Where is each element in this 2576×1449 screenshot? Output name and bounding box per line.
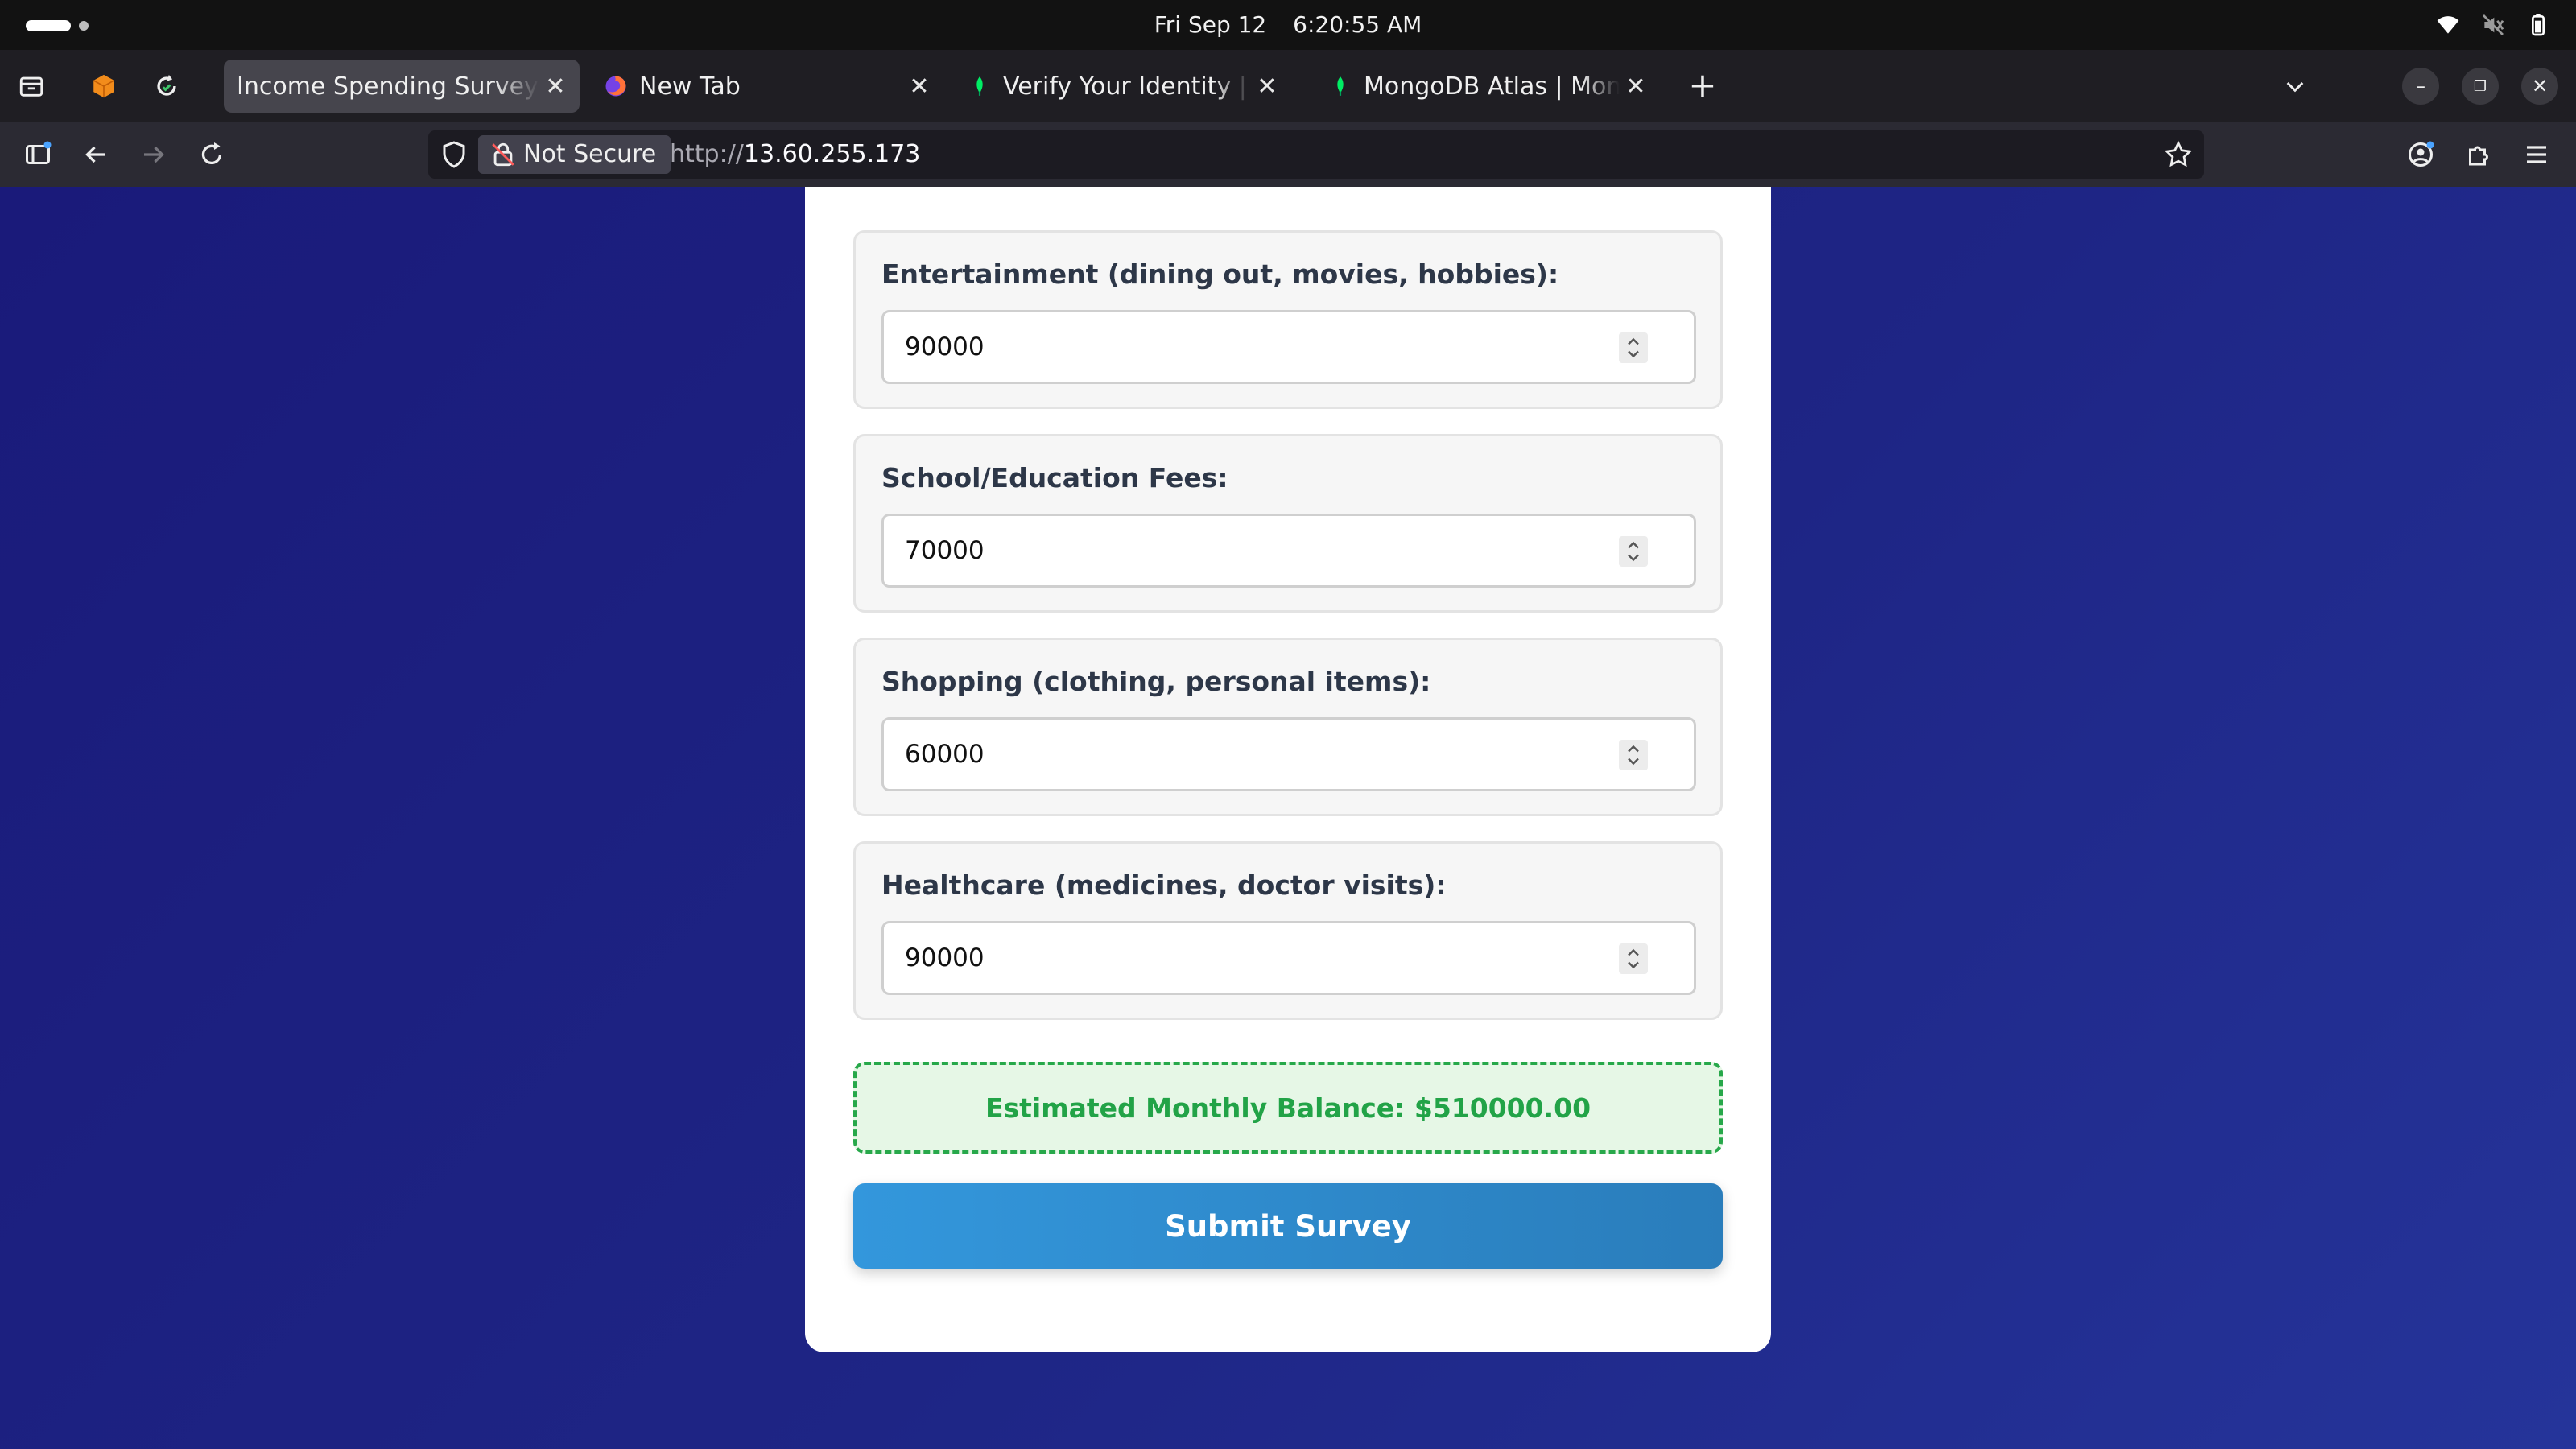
school-fees-input[interactable] — [881, 514, 1696, 588]
shopping-input[interactable] — [881, 717, 1696, 791]
page-viewport: Entertainment (dining out, movies, hobbi… — [0, 187, 2576, 1449]
battery-icon — [2524, 11, 2552, 39]
school-fees-label: School/Education Fees: — [881, 462, 1228, 493]
insecure-lock-icon — [492, 142, 514, 167]
school-fees-field-group: School/Education Fees: — [853, 434, 1723, 613]
extension-cube-icon[interactable] — [85, 68, 122, 105]
tab-income-spending-survey[interactable]: Income Spending Survey ✕ — [224, 60, 580, 113]
os-top-bar: Fri Sep 12 6:20:55 AM — [0, 0, 2576, 50]
tab-mongodb-atlas[interactable]: MongoDB Atlas | MongoD ✕ — [1314, 60, 1660, 113]
workspace-dot — [79, 21, 89, 31]
number-stepper-icon[interactable] — [1619, 740, 1648, 770]
entertainment-field-group: Entertainment (dining out, movies, hobbi… — [853, 230, 1723, 409]
shopping-field-group: Shopping (clothing, personal items): — [853, 638, 1723, 816]
forward-arrow-icon[interactable] — [134, 134, 174, 175]
tab-title: MongoDB Atlas | MongoD — [1364, 72, 1620, 101]
firefox-icon — [604, 74, 628, 98]
activities-indicator[interactable] — [26, 20, 71, 31]
estimated-balance-box: Estimated Monthly Balance: $510000.00 — [853, 1062, 1723, 1154]
shopping-label: Shopping (clothing, personal items): — [881, 666, 1431, 697]
restore-button[interactable]: ❐ — [2462, 68, 2499, 105]
tab-title: New Tab — [639, 72, 741, 101]
navigation-toolbar: Not Secure http://13.60.255.173 — [0, 122, 2576, 187]
sidebar-toggle-icon[interactable] — [18, 134, 58, 175]
firefox-view-icon[interactable] — [13, 68, 50, 105]
bookmark-star-icon[interactable] — [2164, 140, 2193, 169]
new-tab-button[interactable]: + — [1684, 68, 1721, 105]
healthcare-field-group: Healthcare (medicines, doctor visits): — [853, 841, 1723, 1020]
sync-extension-icon[interactable] — [148, 68, 185, 105]
mongodb-leaf-icon — [968, 74, 992, 98]
close-tab-icon[interactable]: ✕ — [903, 70, 935, 102]
close-tab-icon[interactable]: ✕ — [1251, 70, 1283, 102]
tab-verify-identity[interactable]: Verify Your Identity | Mon ✕ — [953, 60, 1291, 113]
list-all-tabs-button[interactable] — [2277, 68, 2314, 105]
healthcare-label: Healthcare (medicines, doctor visits): — [881, 869, 1447, 901]
tab-title: Income Spending Survey — [237, 72, 539, 101]
url-host: 13.60.255.173 — [743, 140, 921, 168]
clock-time: 6:20:55 AM — [1293, 11, 1422, 38]
address-bar[interactable]: Not Secure http://13.60.255.173 — [428, 130, 2204, 179]
tab-strip: Income Spending Survey ✕ New Tab ✕ Verif… — [0, 50, 2576, 122]
system-tray[interactable] — [2434, 11, 2552, 39]
tab-title: Verify Your Identity | Mon — [1003, 72, 1251, 101]
back-arrow-icon[interactable] — [76, 134, 116, 175]
entertainment-label: Entertainment (dining out, movies, hobbi… — [881, 258, 1559, 290]
submit-survey-button[interactable]: Submit Survey — [853, 1183, 1723, 1269]
site-security-indicator[interactable]: Not Secure — [478, 135, 671, 174]
tracking-shield-icon[interactable] — [440, 140, 469, 169]
volume-muted-icon — [2479, 11, 2507, 39]
clock[interactable]: Fri Sep 12 6:20:55 AM — [0, 0, 2576, 50]
healthcare-input[interactable] — [881, 921, 1696, 995]
minimize-button[interactable]: – — [2402, 68, 2439, 105]
url-scheme: http:// — [670, 140, 744, 168]
entertainment-input[interactable] — [881, 310, 1696, 384]
url-text[interactable]: http://13.60.255.173 — [670, 130, 920, 179]
not-secure-label: Not Secure — [523, 140, 657, 168]
account-icon[interactable] — [2401, 134, 2441, 175]
close-tab-icon[interactable]: ✕ — [1620, 70, 1652, 102]
tab-new-tab[interactable]: New Tab ✕ — [589, 60, 943, 113]
menu-hamburger-icon[interactable] — [2516, 134, 2557, 175]
number-stepper-icon[interactable] — [1619, 332, 1648, 363]
extensions-puzzle-icon[interactable] — [2458, 134, 2499, 175]
survey-form-card: Entertainment (dining out, movies, hobbi… — [805, 187, 1771, 1352]
estimated-balance-text: Estimated Monthly Balance: $510000.00 — [853, 1062, 1723, 1154]
wifi-icon — [2434, 11, 2462, 39]
number-stepper-icon[interactable] — [1619, 536, 1648, 567]
mongodb-leaf-icon — [1328, 74, 1352, 98]
close-window-button[interactable]: ✕ — [2521, 68, 2558, 105]
number-stepper-icon[interactable] — [1619, 943, 1648, 974]
close-tab-icon[interactable]: ✕ — [539, 70, 572, 102]
reload-icon[interactable] — [192, 134, 232, 175]
clock-date: Fri Sep 12 — [1154, 11, 1267, 38]
